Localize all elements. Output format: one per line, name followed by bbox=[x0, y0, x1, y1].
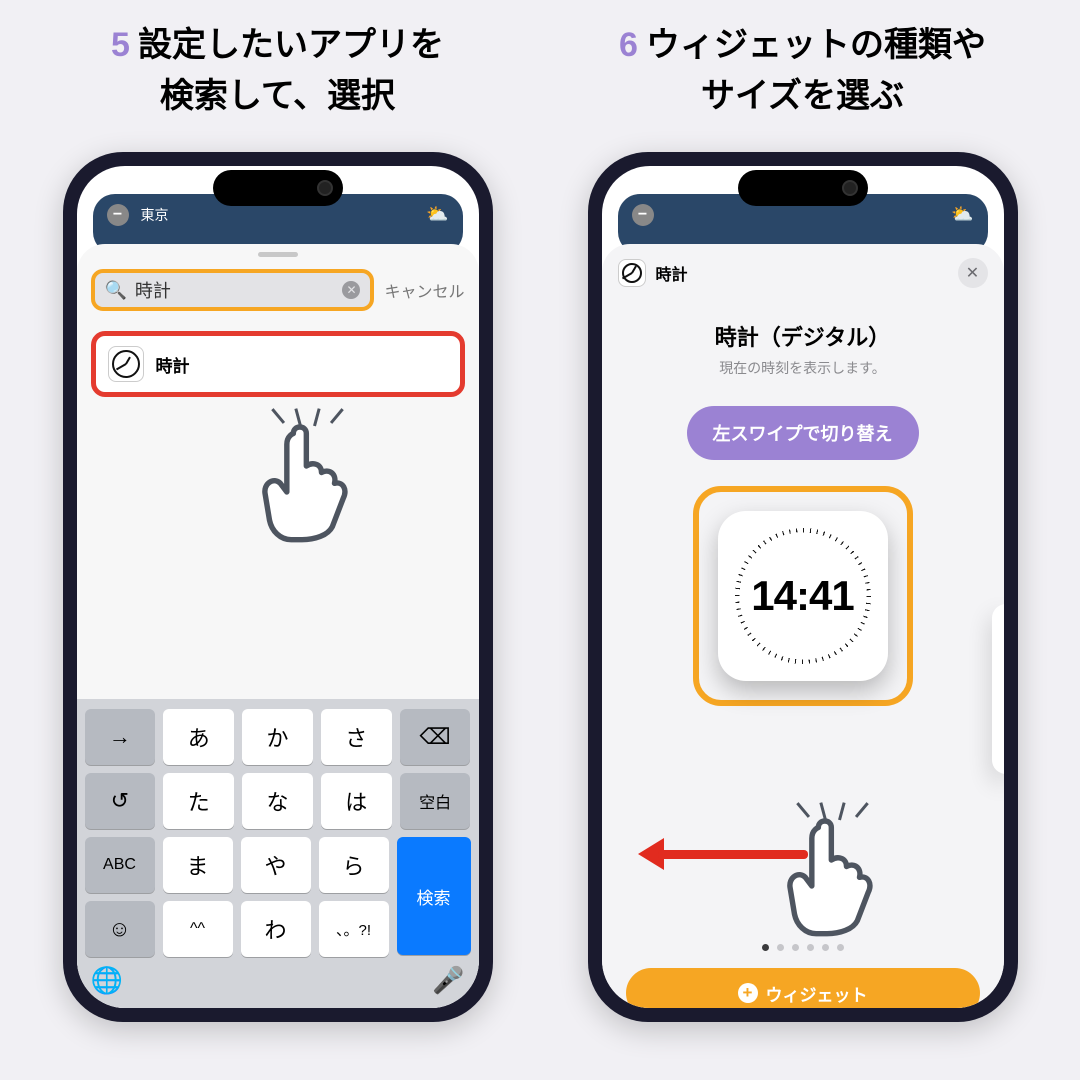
step5-title-l1: 設定したいアプリを bbox=[138, 26, 444, 64]
widget-title: 時計（デジタル） bbox=[602, 320, 1004, 352]
step5-title-l2: 検索して、選択 bbox=[160, 77, 395, 115]
plus-icon: + bbox=[738, 983, 758, 1003]
globe-icon[interactable]: 🌐 bbox=[91, 965, 123, 996]
key-abc[interactable]: ABC bbox=[85, 837, 155, 893]
key-ha[interactable]: は bbox=[321, 773, 392, 829]
remove-widget-icon[interactable]: − bbox=[632, 204, 654, 226]
key-ma[interactable]: ま bbox=[163, 837, 233, 893]
key-emoji[interactable]: ☺ bbox=[85, 901, 155, 957]
cancel-button[interactable]: キャンセル bbox=[384, 278, 464, 302]
key-a[interactable]: あ bbox=[163, 709, 234, 765]
key-ta[interactable]: た bbox=[163, 773, 234, 829]
search-input[interactable]: 🔍 時計 ✕ bbox=[91, 269, 375, 311]
add-widget-label: ウィジェット bbox=[766, 981, 868, 1006]
key-na[interactable]: な bbox=[242, 773, 313, 829]
clock-app-icon bbox=[618, 259, 646, 287]
key-ka[interactable]: か bbox=[242, 709, 313, 765]
weather-icon: ⛅ bbox=[426, 204, 448, 225]
step5-heading: 5設定したいアプリを 検索して、選択 bbox=[111, 20, 444, 122]
key-punct[interactable]: 、。?! bbox=[319, 901, 389, 957]
clear-search-icon[interactable]: ✕ bbox=[342, 281, 360, 299]
picker-app-name: 時計 bbox=[656, 261, 688, 285]
digital-time: 14:41 bbox=[751, 572, 853, 620]
page-dots bbox=[602, 944, 1004, 951]
search-sheet: 🔍 時計 ✕ キャンセル 時計 bbox=[77, 244, 479, 1008]
next-widget-peek[interactable] bbox=[992, 604, 1004, 774]
result-label: 時計 bbox=[156, 352, 190, 377]
key-next[interactable]: → bbox=[85, 709, 156, 765]
widget-preview-highlight: 14:41 bbox=[693, 486, 913, 706]
step6-heading: 6ウィジェットの種類や サイズを選ぶ bbox=[619, 20, 986, 122]
tap-hand-icon bbox=[247, 414, 357, 544]
key-search[interactable]: 検索 bbox=[397, 837, 471, 955]
clock-app-icon bbox=[108, 346, 144, 382]
add-widget-button[interactable]: + ウィジェット bbox=[626, 968, 980, 1008]
key-sa[interactable]: さ bbox=[321, 709, 392, 765]
step6-number: 6 bbox=[619, 26, 638, 64]
phone-right: − ⛅ 時計 ✕ 時計（デジタル） 現在の時刻を表示します。 左スワイプで切り替… bbox=[588, 152, 1018, 1022]
weather-icon: ⛅ bbox=[951, 204, 973, 225]
dynamic-island bbox=[738, 170, 868, 206]
remove-widget-icon[interactable]: − bbox=[107, 204, 129, 226]
search-value: 時計 bbox=[135, 277, 335, 303]
step5-number: 5 bbox=[111, 26, 130, 64]
key-undo[interactable]: ↺ bbox=[85, 773, 156, 829]
widget-preview[interactable]: 14:41 bbox=[718, 511, 888, 681]
swipe-hint-pill: 左スワイプで切り替え bbox=[687, 406, 919, 460]
close-icon[interactable]: ✕ bbox=[958, 258, 988, 288]
step6-title-l2: サイズを選ぶ bbox=[701, 77, 904, 115]
swipe-hand-icon bbox=[772, 808, 882, 938]
widget-picker-sheet: 時計 ✕ 時計（デジタル） 現在の時刻を表示します。 左スワイプで切り替え 14… bbox=[602, 244, 1004, 1008]
key-space[interactable]: 空白 bbox=[400, 773, 471, 829]
keyboard[interactable]: → あ か さ ⌫ ↺ た な は 空白 bbox=[77, 699, 479, 1008]
search-icon: 🔍 bbox=[105, 280, 127, 301]
widget-subtitle: 現在の時刻を表示します。 bbox=[602, 358, 1004, 378]
key-ya[interactable]: や bbox=[241, 837, 311, 893]
weather-city: 東京 bbox=[141, 205, 169, 225]
phone-left: − 東京 ⛅ 🔍 時計 ✕ キャンセル bbox=[63, 152, 493, 1022]
dynamic-island bbox=[213, 170, 343, 206]
key-ra[interactable]: ら bbox=[319, 837, 389, 893]
step6-title-l1: ウィジェットの種類や bbox=[646, 26, 986, 64]
search-result-clock[interactable]: 時計 bbox=[91, 331, 465, 397]
key-kaomoji[interactable]: ^^ bbox=[163, 901, 233, 957]
key-wa[interactable]: わ bbox=[241, 901, 311, 957]
mic-icon[interactable]: 🎤 bbox=[432, 965, 464, 996]
key-backspace[interactable]: ⌫ bbox=[400, 709, 471, 765]
